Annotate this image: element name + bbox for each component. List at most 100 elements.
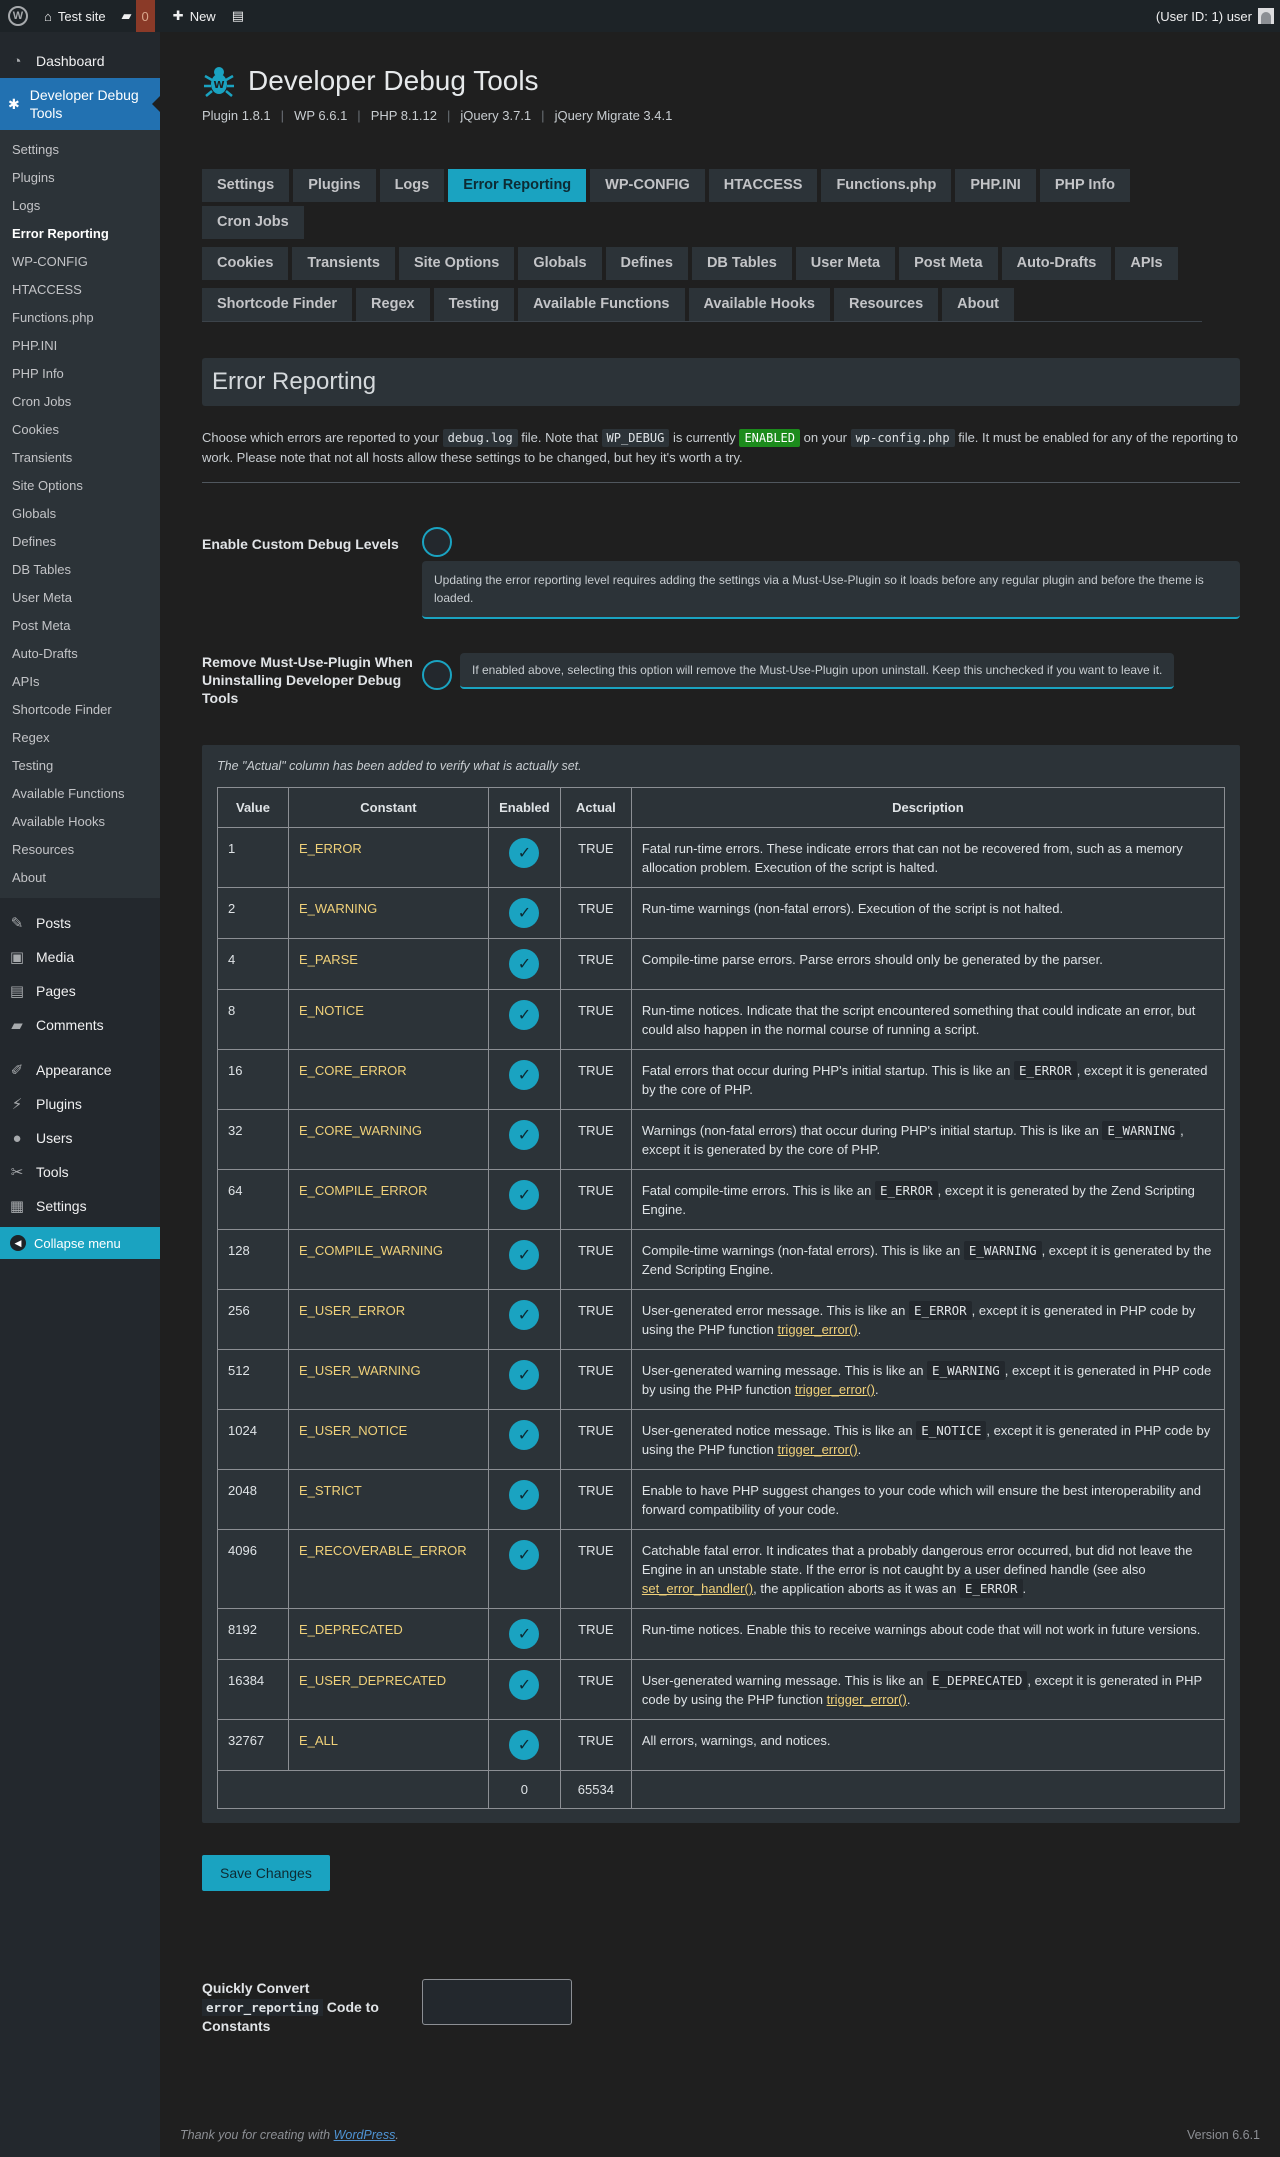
site-name-link[interactable]: ⌂ Test site <box>36 0 114 32</box>
submenu-item-available-functions[interactable]: Available Functions <box>0 780 160 808</box>
submenu-item-defines[interactable]: Defines <box>0 528 160 556</box>
constant-code: E_ERROR <box>874 1181 938 1200</box>
enabled-checkbox[interactable]: ✓ <box>509 1420 540 1450</box>
submenu-item-shortcode-finder[interactable]: Shortcode Finder <box>0 696 160 724</box>
submenu-item-post-meta[interactable]: Post Meta <box>0 612 160 640</box>
sidebar-item-settings[interactable]: ▦ Settings <box>0 1189 160 1223</box>
custom-debug-levels-toggle[interactable] <box>422 527 452 557</box>
submenu-item-cookies[interactable]: Cookies <box>0 416 160 444</box>
tab-post-meta[interactable]: Post Meta <box>899 247 998 280</box>
php-function-link[interactable]: trigger_error() <box>795 1382 875 1397</box>
tab-globals[interactable]: Globals <box>518 247 602 280</box>
php-function-link[interactable]: trigger_error() <box>777 1322 857 1337</box>
submenu-item-functions-php[interactable]: Functions.php <box>0 304 160 332</box>
tab-available-hooks[interactable]: Available Hooks <box>688 288 830 321</box>
tab-settings[interactable]: Settings <box>202 169 290 202</box>
enabled-checkbox[interactable]: ✓ <box>509 1480 540 1510</box>
sidebar-item-plugins[interactable]: ⚡ Plugins <box>0 1087 160 1121</box>
sidebar-item-pages[interactable]: ▤ Pages <box>0 974 160 1008</box>
tab-htaccess[interactable]: HTACCESS <box>708 169 818 202</box>
submenu-item-auto-drafts[interactable]: Auto-Drafts <box>0 640 160 668</box>
remove-mu-plugin-toggle[interactable] <box>422 660 452 690</box>
php-function-link[interactable]: trigger_error() <box>827 1692 907 1707</box>
enabled-checkbox[interactable]: ✓ <box>509 1060 540 1090</box>
tab-resources[interactable]: Resources <box>833 288 939 321</box>
sidebar-item-posts[interactable]: ✎ Posts <box>0 906 160 940</box>
submenu-item-settings[interactable]: Settings <box>0 136 160 164</box>
submenu-item-db-tables[interactable]: DB Tables <box>0 556 160 584</box>
sidebar-item-dashboard[interactable]: ◔ Dashboard <box>0 44 160 78</box>
table-row: 1 E_ERROR ✓ TRUE Fatal run-time errors. Thes… <box>217 827 1226 888</box>
sidebar-item-comments[interactable]: ▰ Comments <box>0 1008 160 1042</box>
tab-regex[interactable]: Regex <box>356 288 430 321</box>
tab-about[interactable]: About <box>942 288 1015 321</box>
tab-cookies[interactable]: Cookies <box>202 247 289 280</box>
enabled-checkbox[interactable]: ✓ <box>509 1360 540 1390</box>
enabled-checkbox[interactable]: ✓ <box>509 1540 540 1570</box>
convert-code-input[interactable] <box>422 1979 572 2025</box>
new-content-button[interactable]: ✚ New <box>165 0 224 32</box>
submenu-item-user-meta[interactable]: User Meta <box>0 584 160 612</box>
php-function-link[interactable]: set_error_handler() <box>642 1581 753 1596</box>
enabled-checkbox[interactable]: ✓ <box>509 1730 540 1760</box>
submenu-item-resources[interactable]: Resources <box>0 836 160 864</box>
tab-db-tables[interactable]: DB Tables <box>691 247 792 280</box>
tab-shortcode-finder[interactable]: Shortcode Finder <box>202 288 353 321</box>
enabled-checkbox[interactable]: ✓ <box>509 1000 540 1030</box>
sidebar-item-developer-debug-tools[interactable]: ✱ Developer Debug Tools <box>0 78 160 130</box>
submenu-item-plugins[interactable]: Plugins <box>0 164 160 192</box>
enabled-checkbox[interactable]: ✓ <box>509 1180 540 1210</box>
sidebar-item-media[interactable]: ▣ Media <box>0 940 160 974</box>
submenu-item-php-info[interactable]: PHP Info <box>0 360 160 388</box>
tab-user-meta[interactable]: User Meta <box>795 247 896 280</box>
submenu-item-globals[interactable]: Globals <box>0 500 160 528</box>
tab-auto-drafts[interactable]: Auto-Drafts <box>1001 247 1112 280</box>
submenu-item-logs[interactable]: Logs <box>0 192 160 220</box>
sidebar-item-appearance[interactable]: ✐ Appearance <box>0 1053 160 1087</box>
tab-wp-config[interactable]: WP-CONFIG <box>590 169 705 202</box>
submenu-item-php-ini[interactable]: PHP.INI <box>0 332 160 360</box>
submenu-item-testing[interactable]: Testing <box>0 752 160 780</box>
enabled-checkbox[interactable]: ✓ <box>509 1670 540 1700</box>
enabled-checkbox[interactable]: ✓ <box>509 1300 540 1330</box>
enabled-checkbox[interactable]: ✓ <box>509 949 540 979</box>
tab-transients[interactable]: Transients <box>292 247 395 280</box>
submenu-item-regex[interactable]: Regex <box>0 724 160 752</box>
tab-testing[interactable]: Testing <box>433 288 515 321</box>
tab-logs[interactable]: Logs <box>379 169 445 202</box>
submenu-item-error-reporting[interactable]: Error Reporting <box>0 220 160 248</box>
debug-icon-button[interactable]: ▤ <box>224 0 252 32</box>
submenu-item-about[interactable]: About <box>0 864 160 892</box>
submenu-item-transients[interactable]: Transients <box>0 444 160 472</box>
tab-available-functions[interactable]: Available Functions <box>518 288 685 321</box>
submenu-item-apis[interactable]: APIs <box>0 668 160 696</box>
submenu-item-cron-jobs[interactable]: Cron Jobs <box>0 388 160 416</box>
submenu-item-htaccess[interactable]: HTACCESS <box>0 276 160 304</box>
sidebar-item-tools[interactable]: ✂ Tools <box>0 1155 160 1189</box>
tab-site-options[interactable]: Site Options <box>398 247 515 280</box>
submenu-item-available-hooks[interactable]: Available Hooks <box>0 808 160 836</box>
enabled-checkbox[interactable]: ✓ <box>509 838 540 868</box>
wp-logo-button[interactable]: W <box>0 0 36 32</box>
tab-php-ini[interactable]: PHP.INI <box>955 169 1036 202</box>
collapse-menu-button[interactable]: ◀ Collapse menu <box>0 1227 160 1259</box>
save-changes-button[interactable]: Save Changes <box>202 1855 330 1891</box>
tab-php-info[interactable]: PHP Info <box>1039 169 1130 202</box>
enabled-checkbox[interactable]: ✓ <box>509 898 540 928</box>
wordpress-link[interactable]: WordPress <box>334 2128 396 2142</box>
tab-apis[interactable]: APIs <box>1115 247 1178 280</box>
constant-code: E_WARNING <box>1102 1121 1181 1140</box>
sidebar-item-users[interactable]: ● Users <box>0 1121 160 1155</box>
enabled-checkbox[interactable]: ✓ <box>509 1619 540 1649</box>
enabled-checkbox[interactable]: ✓ <box>509 1120 540 1150</box>
tab-functions-php[interactable]: Functions.php <box>821 169 952 202</box>
tab-defines[interactable]: Defines <box>605 247 688 280</box>
user-account-menu[interactable]: (User ID: 1) user <box>1156 8 1280 24</box>
enabled-checkbox[interactable]: ✓ <box>509 1240 540 1270</box>
tab-cron-jobs[interactable]: Cron Jobs <box>202 206 304 239</box>
submenu-item-site-options[interactable]: Site Options <box>0 472 160 500</box>
php-function-link[interactable]: trigger_error() <box>777 1442 857 1457</box>
tab-error-reporting[interactable]: Error Reporting <box>448 169 587 202</box>
submenu-item-wp-config[interactable]: WP-CONFIG <box>0 248 160 276</box>
tab-plugins[interactable]: Plugins <box>293 169 376 202</box>
